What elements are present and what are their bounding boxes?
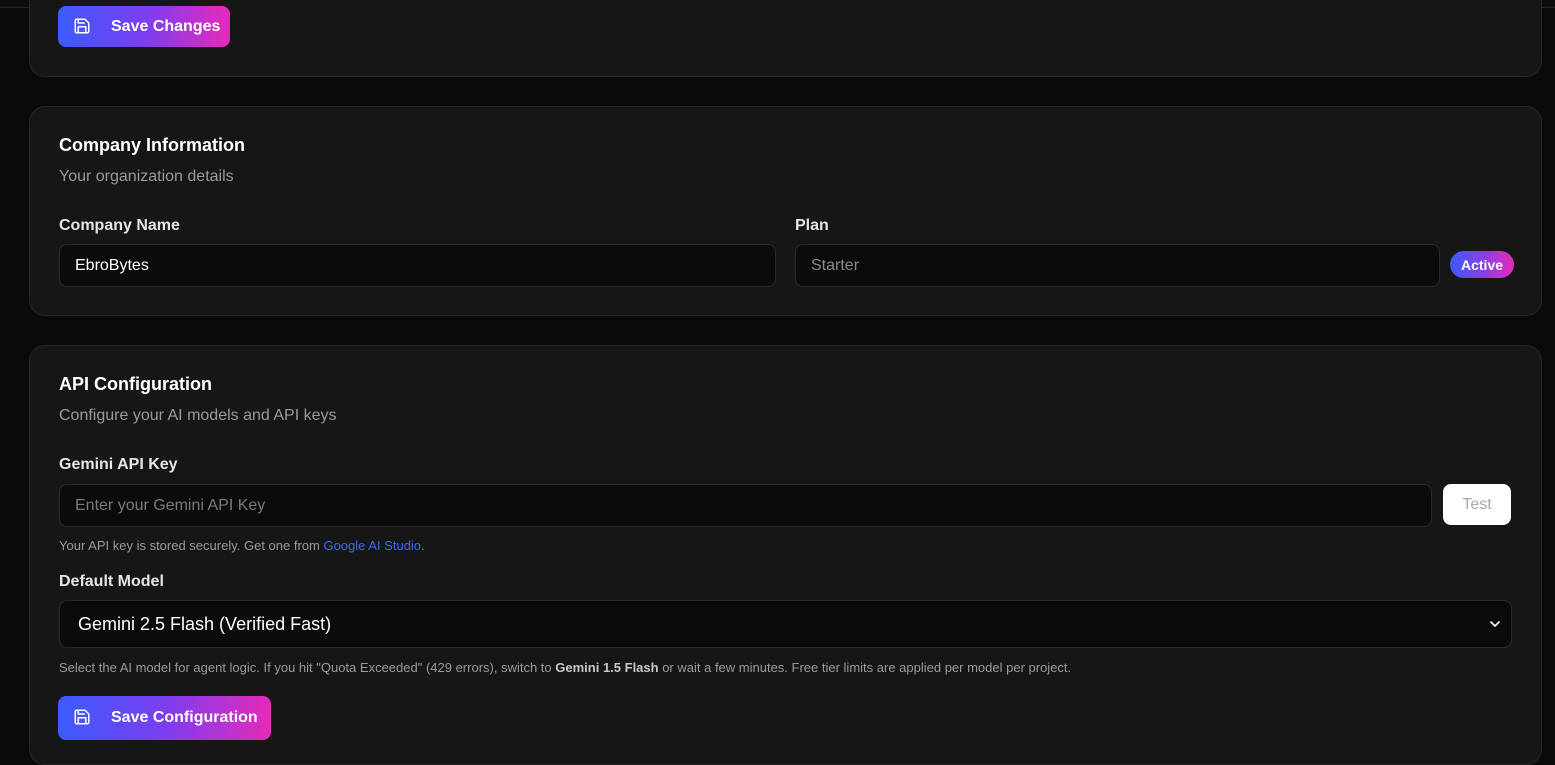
api-card-title: API Configuration (59, 374, 212, 394)
plan-field: Starter (795, 244, 1440, 287)
api-card-subtitle: Configure your AI models and API keys (59, 407, 337, 424)
test-api-key-button[interactable]: Test (1443, 484, 1511, 525)
gemini-api-key-label: Gemini API Key (59, 456, 178, 473)
api-key-help-suffix: . (421, 538, 425, 553)
save-icon (73, 17, 93, 37)
profile-card: Save Changes (29, 0, 1542, 77)
default-model-value: Gemini 2.5 Flash (Verified Fast) (78, 613, 332, 634)
gemini-api-key-input[interactable] (59, 484, 1432, 527)
google-ai-studio-link[interactable]: Google AI Studio (323, 538, 421, 553)
chevron-down-icon (1487, 616, 1503, 632)
company-card-subtitle: Your organization details (59, 168, 234, 185)
save-changes-button[interactable]: Save Changes (58, 6, 230, 47)
company-information-card: Company Information Your organization de… (29, 106, 1542, 316)
save-icon (73, 708, 93, 728)
default-model-select[interactable]: Gemini 2.5 Flash (Verified Fast) (59, 600, 1512, 648)
save-changes-label: Save Changes (111, 17, 221, 35)
save-configuration-button[interactable]: Save Configuration (58, 696, 271, 740)
plan-value: Starter (811, 256, 860, 274)
model-help-text: Select the AI model for agent logic. If … (59, 660, 1071, 675)
model-help-bold: Gemini 1.5 Flash (555, 660, 659, 675)
plan-status-badge: Active (1450, 251, 1515, 278)
api-key-help-prefix: Your API key is stored securely. Get one… (59, 538, 324, 553)
model-help-suffix: or wait a few minutes. Free tier limits … (658, 660, 1072, 675)
model-help-prefix: Select the AI model for agent logic. If … (59, 660, 556, 675)
plan-label: Plan (795, 217, 829, 234)
company-name-input[interactable] (59, 244, 776, 287)
company-name-label: Company Name (59, 217, 180, 234)
default-model-label: Default Model (59, 573, 164, 590)
company-card-title: Company Information (59, 135, 246, 155)
api-configuration-card: API Configuration Configure your AI mode… (29, 345, 1542, 765)
api-key-help-text: Your API key is stored securely. Get one… (59, 538, 425, 553)
save-configuration-label: Save Configuration (111, 709, 258, 726)
